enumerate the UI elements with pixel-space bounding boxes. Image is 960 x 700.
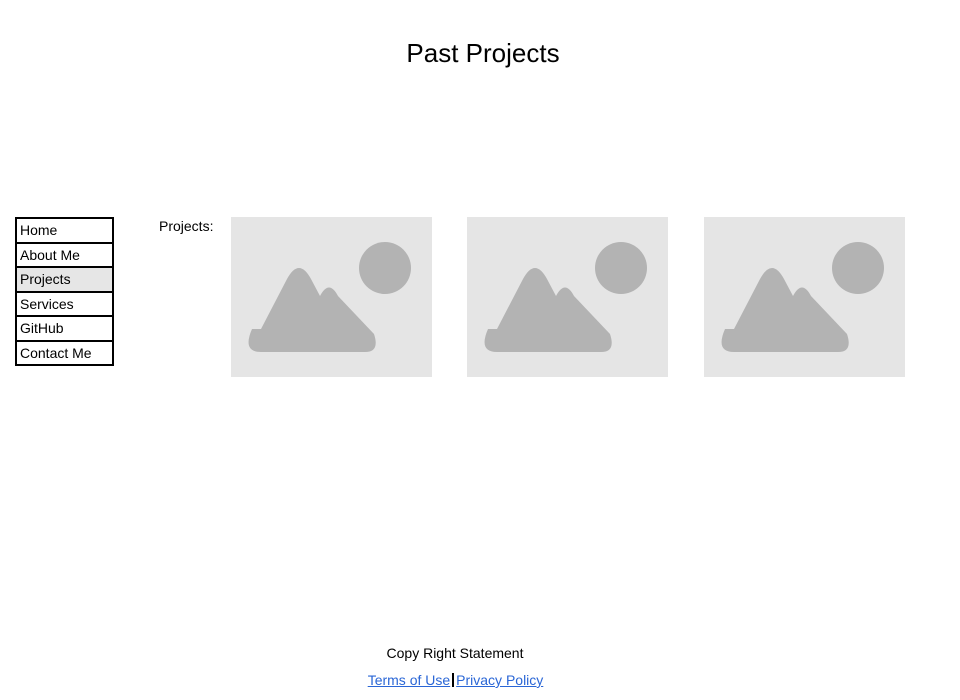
- nav-item-about-me[interactable]: About Me: [15, 241, 114, 268]
- link-separator: [452, 673, 455, 687]
- image-placeholder-icon: [721, 242, 884, 352]
- image-placeholder-icon: [484, 242, 647, 352]
- nav-item-github[interactable]: GitHub: [15, 315, 114, 342]
- project-thumbnail-2[interactable]: [467, 217, 668, 377]
- project-thumbnail-3[interactable]: [704, 217, 905, 377]
- project-thumbnail-1[interactable]: [231, 217, 432, 377]
- nav-item-contact-me[interactable]: Contact Me: [15, 339, 114, 366]
- privacy-policy-link[interactable]: Privacy Policy: [456, 672, 543, 688]
- terms-of-use-link[interactable]: Terms of Use: [368, 672, 450, 688]
- nav-item-projects[interactable]: Projects: [15, 266, 114, 293]
- side-nav: Home About Me Projects Services GitHub C…: [15, 217, 114, 366]
- footer-links: Terms of Use Privacy Policy: [0, 671, 911, 689]
- nav-item-services[interactable]: Services: [15, 290, 114, 317]
- copyright-statement: Copy Right Statement: [386, 645, 524, 661]
- page-title: Past Projects: [406, 38, 560, 68]
- projects-label: Projects:: [159, 218, 214, 234]
- image-placeholder-icon: [248, 242, 411, 352]
- nav-item-home[interactable]: Home: [15, 217, 114, 244]
